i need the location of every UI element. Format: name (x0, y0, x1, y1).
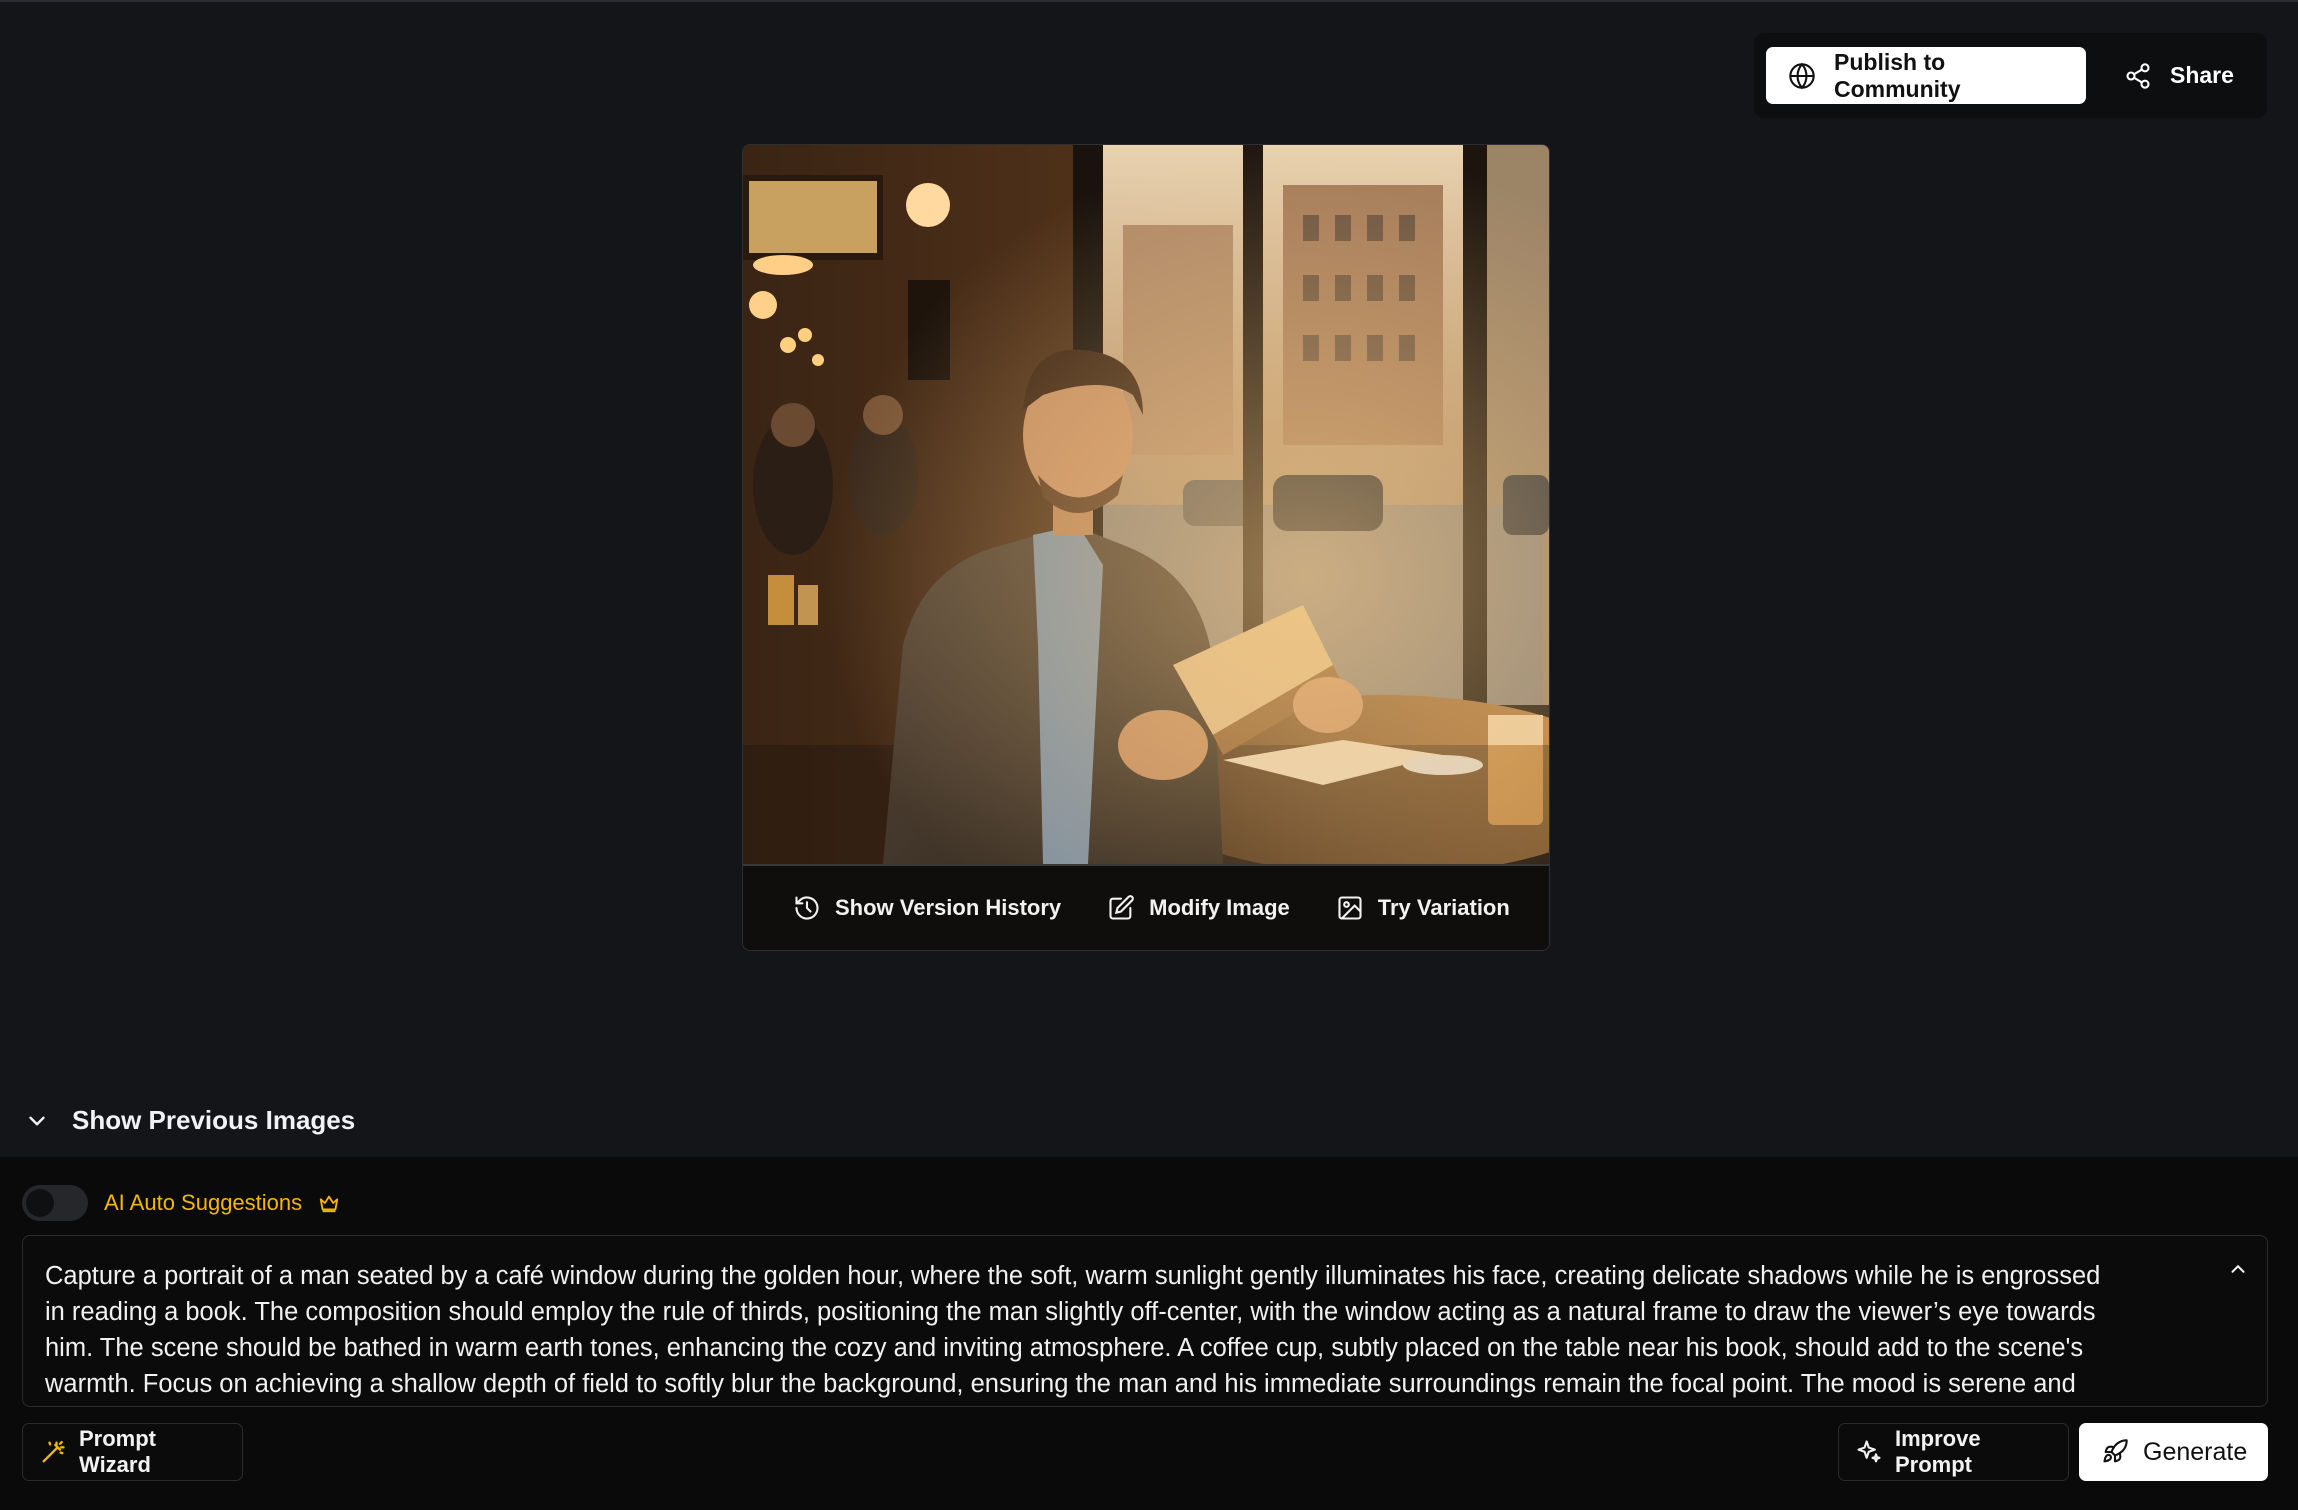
prompt-wizard-button[interactable]: Prompt Wizard (22, 1423, 243, 1481)
version-history-label: Show Version History (835, 895, 1062, 920)
prompt-textarea[interactable]: Capture a portrait of a man seated by a … (22, 1235, 2268, 1407)
try-variation-label: Try Variation (1377, 895, 1510, 920)
publish-to-community-button[interactable]: Publish to Community (1766, 47, 2086, 104)
share-icon (2124, 62, 2152, 90)
crown-icon (318, 1192, 340, 1214)
prompt-composer: AI Auto Suggestions Capture a portrait o… (0, 1157, 2298, 1510)
globe-icon (1788, 62, 1816, 90)
share-label: Share (2170, 62, 2234, 88)
ai-auto-suggestions-row: AI Auto Suggestions (22, 1185, 340, 1221)
publish-label: Publish to Community (1834, 48, 1961, 102)
header-actions: Publish to Community Share (1754, 33, 2267, 118)
modify-image-button[interactable]: Modify Image (1107, 894, 1290, 922)
ai-auto-suggestions-label: AI Auto Suggestions (104, 1190, 303, 1215)
magic-wand-icon (39, 1438, 67, 1466)
top-divider (0, 0, 2298, 2)
chevron-down-icon (24, 1108, 50, 1134)
edit-icon (1107, 894, 1135, 922)
modify-image-label: Modify Image (1149, 895, 1290, 920)
show-previous-images-toggle[interactable]: Show Previous Images (24, 1105, 355, 1136)
prompt-text: Capture a portrait of a man seated by a … (45, 1262, 2101, 1398)
generated-image[interactable] (743, 145, 1549, 864)
image-action-bar: Show Version History Modify Image Try Va… (743, 864, 1549, 950)
sparkle-icon (1855, 1438, 1883, 1466)
generated-image-card: Show Version History Modify Image Try Va… (742, 144, 1550, 951)
previous-images-label: Show Previous Images (72, 1105, 356, 1135)
ai-auto-suggestions-switch[interactable] (22, 1185, 88, 1221)
image-icon (1336, 894, 1364, 922)
improve-prompt-button[interactable]: Improve Prompt (1838, 1423, 2069, 1481)
history-icon (793, 894, 821, 922)
show-version-history-button[interactable]: Show Version History (793, 894, 1061, 922)
generate-label: Generate (2143, 1437, 2248, 1466)
chevron-up-icon[interactable] (2227, 1258, 2249, 1280)
rocket-icon (2101, 1438, 2129, 1466)
improve-prompt-label: Improve Prompt (1895, 1426, 1981, 1477)
try-variation-button[interactable]: Try Variation (1336, 894, 1510, 922)
share-button[interactable]: Share (2104, 47, 2254, 104)
prompt-wizard-label: Prompt Wizard (79, 1426, 156, 1477)
generate-button[interactable]: Generate (2079, 1423, 2268, 1481)
